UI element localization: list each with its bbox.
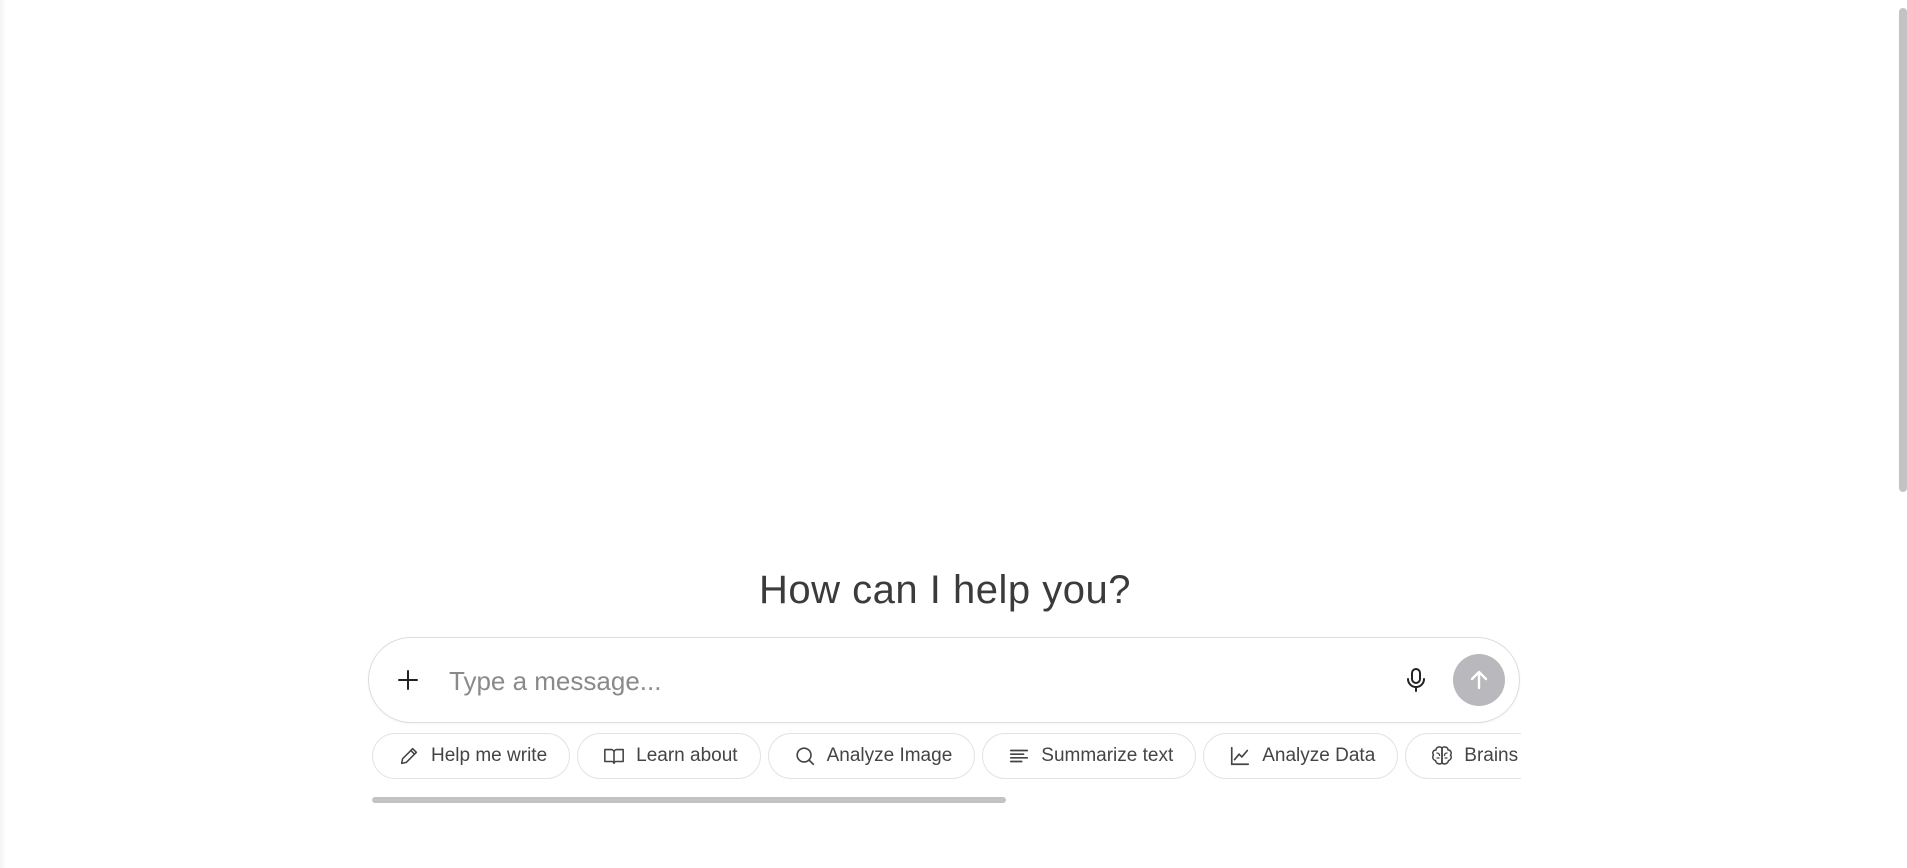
page-scrollbar[interactable] (1899, 8, 1907, 492)
suggestion-label: Analyze Data (1262, 745, 1376, 766)
suggestion-label: Help me write (431, 745, 548, 766)
suggestion-learn-about[interactable]: Learn about (577, 733, 761, 779)
suggestion-help-me-write[interactable]: Help me write (372, 733, 571, 779)
book-icon (602, 744, 626, 768)
attach-button[interactable] (389, 661, 427, 699)
suggestion-label: Learn about (636, 745, 738, 766)
suggestion-label: Analyze Image (826, 745, 953, 766)
send-button[interactable] (1453, 654, 1505, 706)
suggestion-chips: Help me write Learn about Analyze Image (372, 733, 1521, 803)
message-input[interactable] (447, 658, 1351, 704)
arrow-up-icon (1470, 670, 1488, 690)
plus-icon (398, 670, 418, 690)
line-chart-icon (1228, 744, 1252, 768)
suggestions-scrollbar[interactable] (372, 797, 1006, 803)
page-title: How can I help you? (759, 568, 1131, 612)
suggestion-brainstorm[interactable]: Brains (1405, 733, 1521, 779)
suggestion-analyze-image[interactable]: Analyze Image (767, 733, 976, 779)
pencil-icon (397, 744, 421, 768)
message-composer (368, 637, 1520, 723)
suggestion-label: Summarize text (1041, 745, 1174, 766)
suggestion-label: Brains (1464, 745, 1519, 766)
suggestion-summarize-text[interactable]: Summarize text (982, 733, 1197, 779)
voice-input-button[interactable] (1397, 661, 1435, 699)
microphone-icon (1407, 668, 1425, 692)
text-lines-icon (1007, 744, 1031, 768)
page-edge (0, 0, 6, 868)
suggestion-analyze-data[interactable]: Analyze Data (1203, 733, 1399, 779)
magnifier-icon (793, 744, 817, 768)
brain-icon (1430, 744, 1454, 768)
